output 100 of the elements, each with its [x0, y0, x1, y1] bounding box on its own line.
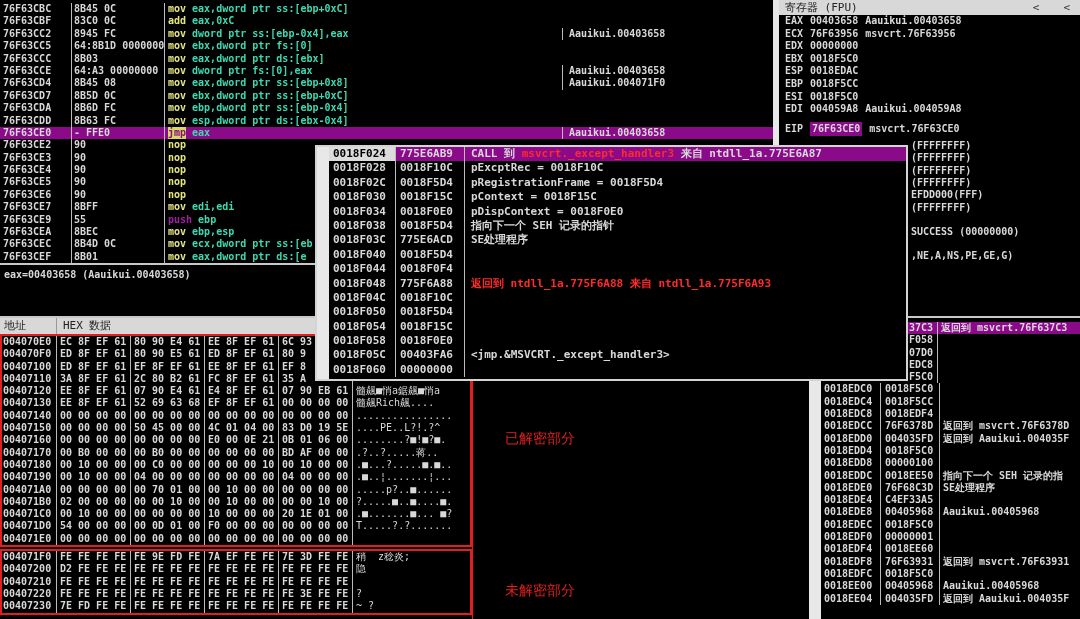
stack-value[interactable]: 775F6A88: [396, 276, 465, 291]
register-detail-text: (FFFFFFFF): [911, 139, 972, 151]
disassembly-row[interactable]: 76F63CDA 8B6D FC mov ebp,dword ptr ss:[ebp-0x4]: [0, 102, 351, 115]
disassembly-row[interactable]: 76F63CEA 8BEC mov ebp,esp: [0, 226, 237, 239]
address-text: 76F63CEF: [0, 250, 72, 264]
stack-value[interactable]: 0018F0F4: [396, 262, 465, 277]
disassembly-row[interactable]: 76F63CE7 8BFF mov edi,edi: [0, 201, 237, 214]
operands-text: dword ptr fs:[0],eax: [192, 64, 313, 78]
hex-bytes: FC 8F EF 61: [208, 372, 275, 384]
register-detail-text: (FFFFFFFF): [911, 176, 972, 188]
register-value[interactable]: 76F63CE0: [810, 121, 863, 136]
disassembly-row[interactable]: 76F63CE6 90 nop: [0, 188, 189, 202]
address-text: 76F63CBF: [0, 15, 72, 28]
opcode-bytes: - FFE0: [72, 126, 165, 140]
address-text: 00407220: [2, 587, 57, 601]
disassembly-row[interactable]: 76F63CBF 83C0 0C add eax,0xC: [0, 15, 237, 28]
disassembly-row[interactable]: 76F63CE9 55 push ebp: [0, 213, 219, 227]
hex-bytes: 0B 01 06 00: [282, 434, 349, 446]
disassembly-row[interactable]: 76F63CE4 90 nop: [0, 164, 189, 177]
address-text: 0018F050: [329, 305, 396, 320]
collapse-button[interactable]: <: [1028, 1, 1044, 14]
column-header[interactable]: HEX 数据: [57, 318, 112, 334]
hex-bytes: FE FE FE FE: [282, 563, 349, 575]
stack-comment: pContext = 0018F15C: [471, 190, 597, 204]
stack-value[interactable]: 0018F5D4: [396, 305, 465, 320]
disassembly-row[interactable]: 76F63CCC 8B03 mov eax,dword ptr ds:[ebx]: [0, 52, 327, 65]
disassembly-row[interactable]: 76F63CE0 - FFE0 jmp eax Aauikui.00403658: [0, 126, 773, 140]
stack-value[interactable]: 0018F0E0: [396, 204, 465, 219]
stack-value[interactable]: 0018F10C: [396, 161, 465, 176]
disassembly-row[interactable]: 76F63CD7 8B5D 0C mov ebx,dword ptr ss:[ebp+0xC]: [0, 89, 351, 103]
collapse-button[interactable]: <: [1059, 1, 1074, 14]
hex-bytes: 00 00 00 00: [208, 409, 275, 421]
stack-row[interactable]: F058: [821, 334, 1080, 347]
ascii-text: 稍 z稔炎;: [356, 551, 411, 563]
stack-value[interactable]: 775E6AB9: [396, 147, 465, 162]
stack-value[interactable]: 0018F10C: [396, 290, 465, 306]
register-name: ECX: [785, 27, 804, 41]
address-text: 0018EE00: [821, 580, 881, 593]
hex-bytes: 00 00 00 00: [60, 483, 127, 495]
address-text: 76F63CCE: [0, 64, 72, 78]
register-value[interactable]: 0018EDAC: [810, 65, 859, 78]
mnemonic-text: jmp: [168, 126, 187, 140]
stack-value[interactable]: 775E6ACD: [396, 233, 465, 248]
address-text: 00407140: [2, 409, 57, 423]
register-value[interactable]: 00000000: [810, 40, 859, 53]
column-header[interactable]: 地址: [0, 318, 57, 334]
stack-comment: Aauikui.00405968: [943, 580, 1040, 592]
disassembly-row[interactable]: 76F63CE5 90 nop: [0, 176, 189, 189]
register-value[interactable]: 0018F5C0: [810, 90, 859, 104]
stack-comment: 返回到 Aauikui.004035F: [943, 432, 1070, 444]
register-value[interactable]: 004059A8: [810, 103, 859, 116]
stack-value: 0018EE60: [881, 543, 940, 556]
stack-value[interactable]: 00403FA6: [396, 348, 465, 363]
address-text: 0018EDF8: [821, 555, 881, 568]
ascii-text: .■.......■... ■?: [356, 508, 453, 520]
stack-value[interactable]: 0018F15C: [396, 190, 465, 205]
disassembly-row[interactable]: 76F63CCE 64:A3 00000000 mov dword ptr fs:[0],eax Aauikui.00403658: [0, 64, 666, 78]
hex-bytes: FE FE FE FE: [208, 575, 275, 587]
hex-bytes: 7E 3D FE FE: [282, 551, 349, 563]
scrollbar[interactable]: [317, 147, 329, 379]
disassembly-row[interactable]: 76F63CE3 90 nop: [0, 151, 189, 165]
hex-bytes: 7E FD FE FE: [60, 600, 127, 612]
ascii-text: ~ ?: [356, 600, 375, 612]
stack-value[interactable]: 0018F0E0: [396, 334, 465, 349]
hex-bytes: 20 1E 01 00: [282, 508, 349, 520]
hex-bytes: 00 00 00 00: [282, 520, 349, 532]
stack-value[interactable]: 0018F5D4: [396, 218, 465, 234]
stack-comment: CALL 到 msvcrt._except_handler3 来自 ntdll_1a.775E6A87: [471, 147, 822, 160]
hex-bytes: 6C 93: [282, 336, 313, 347]
disassembly-row[interactable]: 76F63CD4 8B45 08 mov eax,dword ptr ss:[ebp+0x8] Aauikui.004071F0: [0, 77, 666, 90]
mnemonic-text: nop: [168, 164, 187, 177]
address-text: 0018F048: [329, 276, 396, 291]
stack-value[interactable]: 0018F15C: [396, 319, 465, 335]
disassembly-row[interactable]: 76F63CC5 64:8B1D 0000000 mov ebx,dword ptr fs:[0]: [0, 40, 315, 53]
hex-bytes: FE FE FE FE: [134, 600, 201, 612]
stack-comment: <jmp.&MSVCRT._except_handler3>: [471, 348, 670, 362]
address-text: 0018F034: [329, 204, 396, 219]
stack-value[interactable]: 0018F5D4: [396, 175, 465, 191]
stack-row[interactable]: 07D0: [821, 346, 1080, 359]
disassembly-row[interactable]: 76F63CBC 8B45 0C mov eax,dword ptr ss:[ebp+0xC]: [0, 3, 351, 16]
register-value[interactable]: 76F63956: [810, 27, 859, 41]
disassembly-row[interactable]: 76F63CC2 8945 FC mov dword ptr ss:[ebp-0x4],eax Aauikui.00403658: [0, 27, 666, 41]
disassembly-row[interactable]: 76F63CE2 90 nop: [0, 139, 189, 152]
disassembly-row[interactable]: 76F63CEF 8B01 mov eax,dword ptr ds:[e: [0, 250, 309, 264]
stack-row[interactable]: F5C0: [821, 371, 1080, 384]
register-value[interactable]: 0018F5CC: [810, 77, 859, 91]
stack-value[interactable]: 00000000: [396, 362, 465, 378]
register-value[interactable]: 0018F5C0: [810, 52, 859, 66]
stack-value[interactable]: 0018F5D4: [396, 247, 465, 263]
address-text: 0018EDD8: [821, 457, 881, 470]
mnemonic-text: add: [168, 15, 187, 28]
register-value[interactable]: 00403658: [810, 15, 859, 28]
mnemonic-text: mov: [168, 64, 187, 78]
register-comment: msvcrt.76F63956: [865, 27, 956, 41]
address-text: 0018EDE8: [821, 506, 881, 519]
ascii-text: ?.....■..■....■.: [356, 495, 453, 507]
disassembly-row[interactable]: 76F63CEC 8B4D 0C mov ecx,dword ptr ss:[eb: [0, 238, 315, 251]
disassembly-row[interactable]: 76F63CDD 8B63 FC mov esp,dword ptr ds:[ebx-0x4]: [0, 114, 351, 127]
stack-row[interactable]: EDC8: [821, 358, 1080, 372]
operands-text: eax,dword ptr ds:[ebx]: [192, 52, 325, 65]
